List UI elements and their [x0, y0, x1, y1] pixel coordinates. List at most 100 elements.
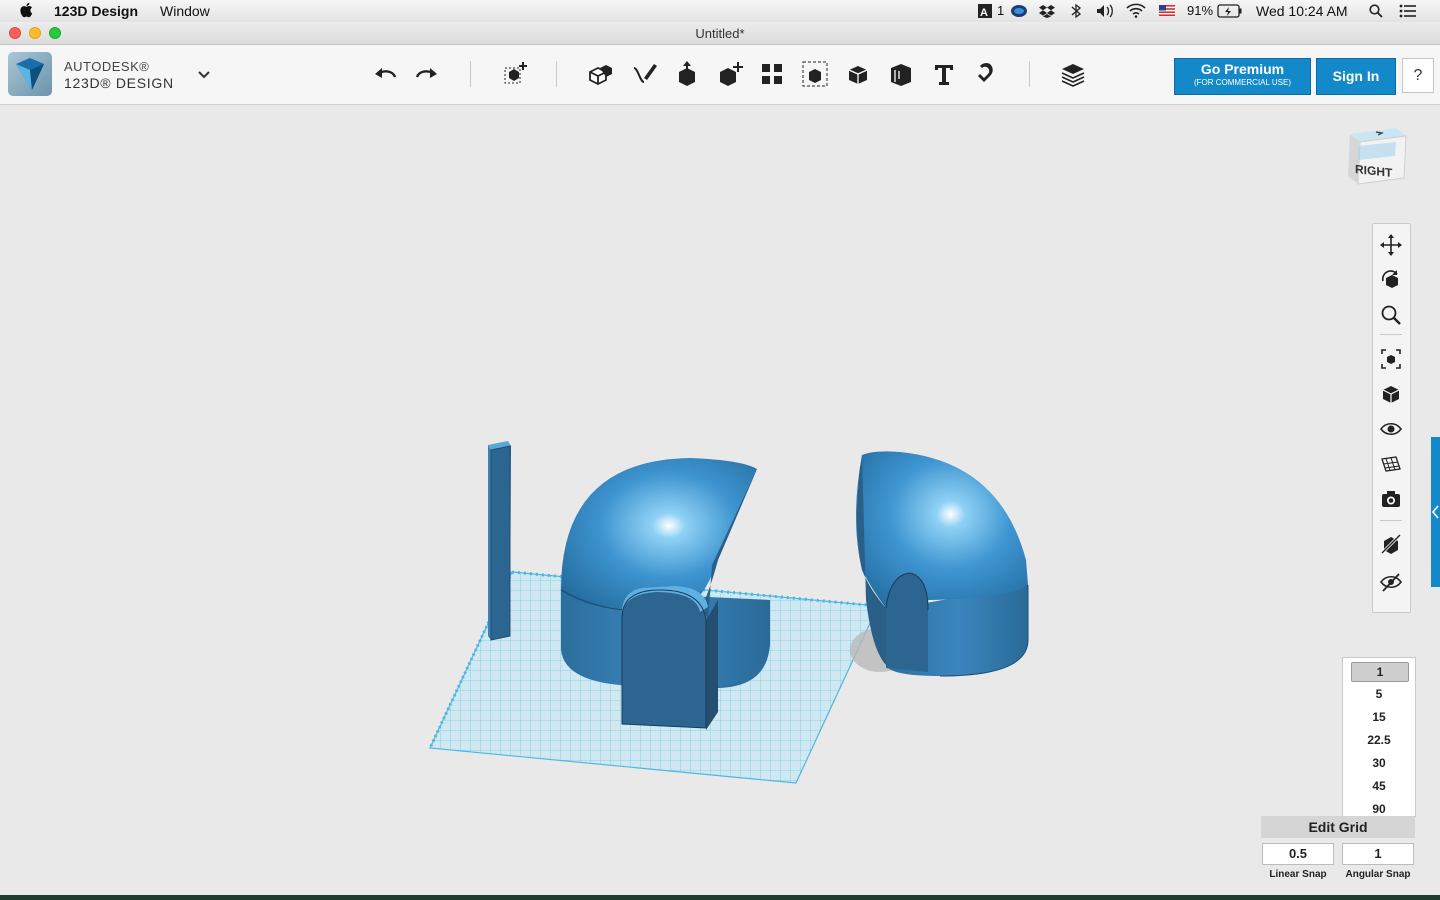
dropbox-icon[interactable]: [1039, 4, 1055, 18]
apple-menu-icon[interactable]: [20, 2, 34, 18]
view-mode-icon: [1382, 386, 1400, 403]
menu-app-name[interactable]: 123D Design: [54, 3, 138, 19]
go-premium-label: Go Premium: [1200, 61, 1285, 77]
fit-button[interactable]: [1378, 346, 1404, 372]
combine-icon: [848, 66, 868, 84]
snap-option[interactable]: 1: [1351, 662, 1409, 682]
snap-option[interactable]: 15: [1351, 708, 1407, 726]
pattern-button[interactable]: [757, 59, 787, 89]
navbar-divider: [1380, 520, 1402, 521]
linear-snap-field[interactable]: 0.5: [1262, 843, 1334, 865]
view-mode-button[interactable]: [1378, 381, 1404, 407]
snap-icon: [978, 63, 993, 82]
toolbar-divider: [470, 61, 471, 87]
snap-option[interactable]: 22.5: [1351, 731, 1407, 749]
snap-option[interactable]: 45: [1351, 777, 1407, 795]
navbar-divider: [1380, 334, 1402, 335]
notification-center-icon[interactable]: [1399, 4, 1417, 18]
hide-button[interactable]: [1378, 569, 1404, 595]
menu-window[interactable]: Window: [160, 3, 210, 19]
construct-icon: [679, 61, 695, 86]
transform-button[interactable]: [500, 59, 530, 89]
app-logo[interactable]: [8, 52, 52, 96]
screenshot-icon: [1382, 491, 1400, 507]
adobe-badge: 1: [997, 3, 1005, 18]
pan-icon: [1380, 234, 1402, 256]
svg-text:A: A: [980, 7, 988, 18]
view-cube-icon: [1348, 128, 1407, 185]
redo-button[interactable]: [412, 59, 442, 89]
view-cube[interactable]: RIGHT: [1340, 122, 1412, 198]
materials-icon: [1061, 64, 1085, 87]
chevron-left-icon: [1431, 505, 1439, 519]
angular-snap-label: Angular Snap: [1345, 869, 1411, 880]
go-premium-button[interactable]: Go Premium (FOR COMMERCIAL USE): [1174, 58, 1311, 95]
help-button[interactable]: ?: [1402, 58, 1434, 93]
orbit-icon: [1381, 270, 1398, 288]
sketch-icon: [633, 64, 657, 83]
screenshot-button[interactable]: [1378, 486, 1404, 512]
primitives-icon: [589, 65, 612, 86]
modify-button[interactable]: [715, 59, 745, 89]
us-flag-icon[interactable]: [1159, 5, 1175, 16]
scene-canvas[interactable]: [0, 105, 1440, 895]
brand-product: 123D® DESIGN: [64, 75, 174, 91]
bluetooth-icon[interactable]: [1071, 3, 1081, 19]
snap-button[interactable]: [971, 59, 1001, 89]
edit-grid-button[interactable]: Edit Grid: [1261, 816, 1415, 838]
grouping-icon: [802, 61, 828, 87]
toolbar-divider: [556, 61, 557, 87]
zoom-icon: [1381, 305, 1401, 325]
fit-icon: [1381, 349, 1401, 369]
zoom-button[interactable]: [1378, 302, 1404, 328]
visibility-icon: [1380, 422, 1402, 436]
volume-icon[interactable]: [1096, 4, 1118, 18]
angle-snap-list: 1 5 15 22.5 30 45 90: [1342, 657, 1416, 817]
brand-autodesk: AUTODESK®: [64, 59, 150, 74]
adobe-icon[interactable]: A: [978, 4, 992, 18]
wifi-icon[interactable]: [1126, 3, 1146, 18]
post-model[interactable]: [488, 441, 511, 641]
cloud-sync-icon[interactable]: [1010, 4, 1028, 18]
transform-icon: [504, 62, 527, 84]
visibility-button[interactable]: [1378, 416, 1404, 442]
grid-toggle-icon: [1381, 456, 1401, 472]
dome-model-right[interactable]: [856, 451, 1029, 677]
battery-icon[interactable]: [1217, 4, 1243, 18]
spotlight-search-icon[interactable]: [1369, 4, 1383, 18]
app-menu-chevron-down-icon[interactable]: [197, 70, 211, 80]
3d-viewport[interactable]: RIGHT: [0, 105, 1440, 895]
navigation-bar: [1372, 223, 1411, 613]
macos-menubar: 123D Design Window A 1 91% Wed 10:24 AM: [0, 0, 1440, 23]
linear-snap-label: Linear Snap: [1269, 869, 1327, 880]
undo-icon: [375, 68, 397, 78]
pan-button[interactable]: [1378, 232, 1404, 258]
combine-button[interactable]: [843, 59, 873, 89]
sketch-button[interactable]: [629, 59, 659, 89]
app-logo-icon: [16, 58, 44, 90]
text-icon: [935, 65, 953, 85]
modify-icon: [720, 62, 743, 86]
text-tool-button[interactable]: [929, 59, 959, 89]
material-display-button[interactable]: [1378, 531, 1404, 557]
window-titlebar: Untitled*: [0, 22, 1440, 45]
measure-icon: [891, 64, 911, 86]
redo-icon: [415, 68, 437, 78]
grid-toggle-button[interactable]: [1378, 451, 1404, 477]
materials-button[interactable]: [1058, 59, 1088, 89]
grouping-button[interactable]: [800, 59, 830, 89]
sign-in-button[interactable]: Sign In: [1316, 58, 1396, 95]
side-panel-tab[interactable]: [1431, 437, 1440, 587]
snap-option[interactable]: 30: [1351, 754, 1407, 772]
window-bottom-edge: [0, 895, 1440, 900]
window-title: Untitled*: [695, 26, 745, 41]
undo-button[interactable]: [370, 59, 400, 89]
construct-button[interactable]: [672, 59, 702, 89]
primitives-button[interactable]: [585, 59, 615, 89]
snap-option[interactable]: 5: [1351, 685, 1407, 703]
angular-snap-field[interactable]: 1: [1342, 843, 1414, 865]
orbit-button[interactable]: [1378, 267, 1404, 293]
battery-percent: 91%: [1187, 3, 1214, 18]
menubar-clock[interactable]: Wed 10:24 AM: [1256, 3, 1348, 19]
measure-button[interactable]: [886, 59, 916, 89]
